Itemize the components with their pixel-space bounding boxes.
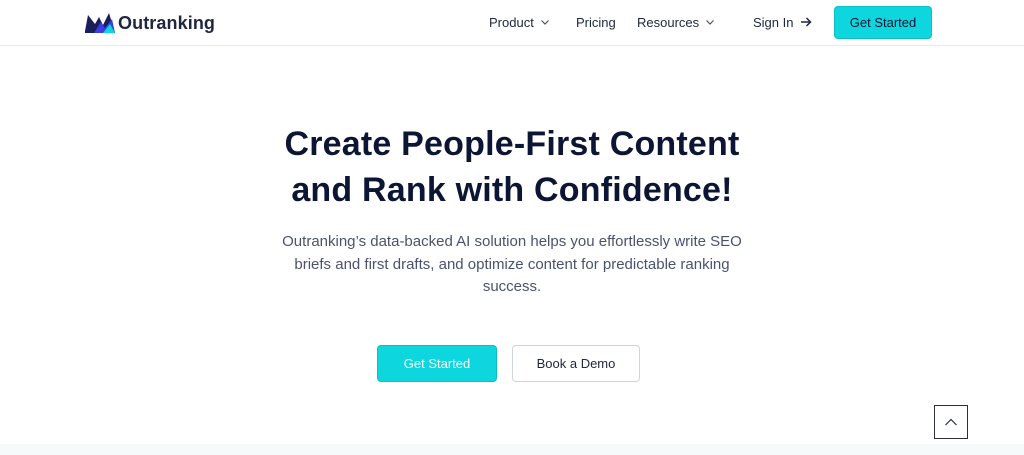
sign-in-label: Sign In: [753, 14, 794, 30]
next-section-edge: [0, 444, 1024, 455]
nav-item-pricing[interactable]: Pricing: [576, 15, 616, 30]
hero-title: Create People-First Content and Rank wit…: [0, 121, 1024, 213]
chevron-up-icon: [945, 418, 957, 426]
top-navbar: Outranking Product Pricing Resources Sig…: [0, 0, 1024, 46]
nav-item-label: Product: [489, 14, 534, 30]
nav-item-resources[interactable]: Resources: [637, 15, 715, 30]
chevron-down-icon: [706, 20, 715, 25]
nav-item-label: Resources: [637, 14, 700, 30]
outranking-logo-icon: [85, 13, 115, 33]
sign-in-link[interactable]: Sign In: [753, 0, 813, 44]
scroll-to-top-button[interactable]: [934, 405, 968, 439]
arrow-right-icon: [801, 17, 813, 27]
brand-name: Outranking: [118, 12, 216, 33]
brand-logo-link[interactable]: Outranking: [84, 10, 215, 36]
nav-item-label: Pricing: [576, 14, 616, 30]
hero-get-started-button[interactable]: Get Started: [377, 345, 497, 382]
nav-get-started-button[interactable]: Get Started: [834, 6, 932, 39]
book-demo-button[interactable]: Book a Demo: [512, 345, 640, 382]
chevron-down-icon: [540, 20, 549, 25]
hero-title-line-1: Create People-First Content: [284, 125, 740, 163]
hero-title-line-2: and Rank with Confidence!: [291, 171, 733, 209]
nav-item-product[interactable]: Product: [489, 15, 550, 30]
hero-subtitle: Outranking’s data-backed AI solution hel…: [282, 233, 742, 295]
